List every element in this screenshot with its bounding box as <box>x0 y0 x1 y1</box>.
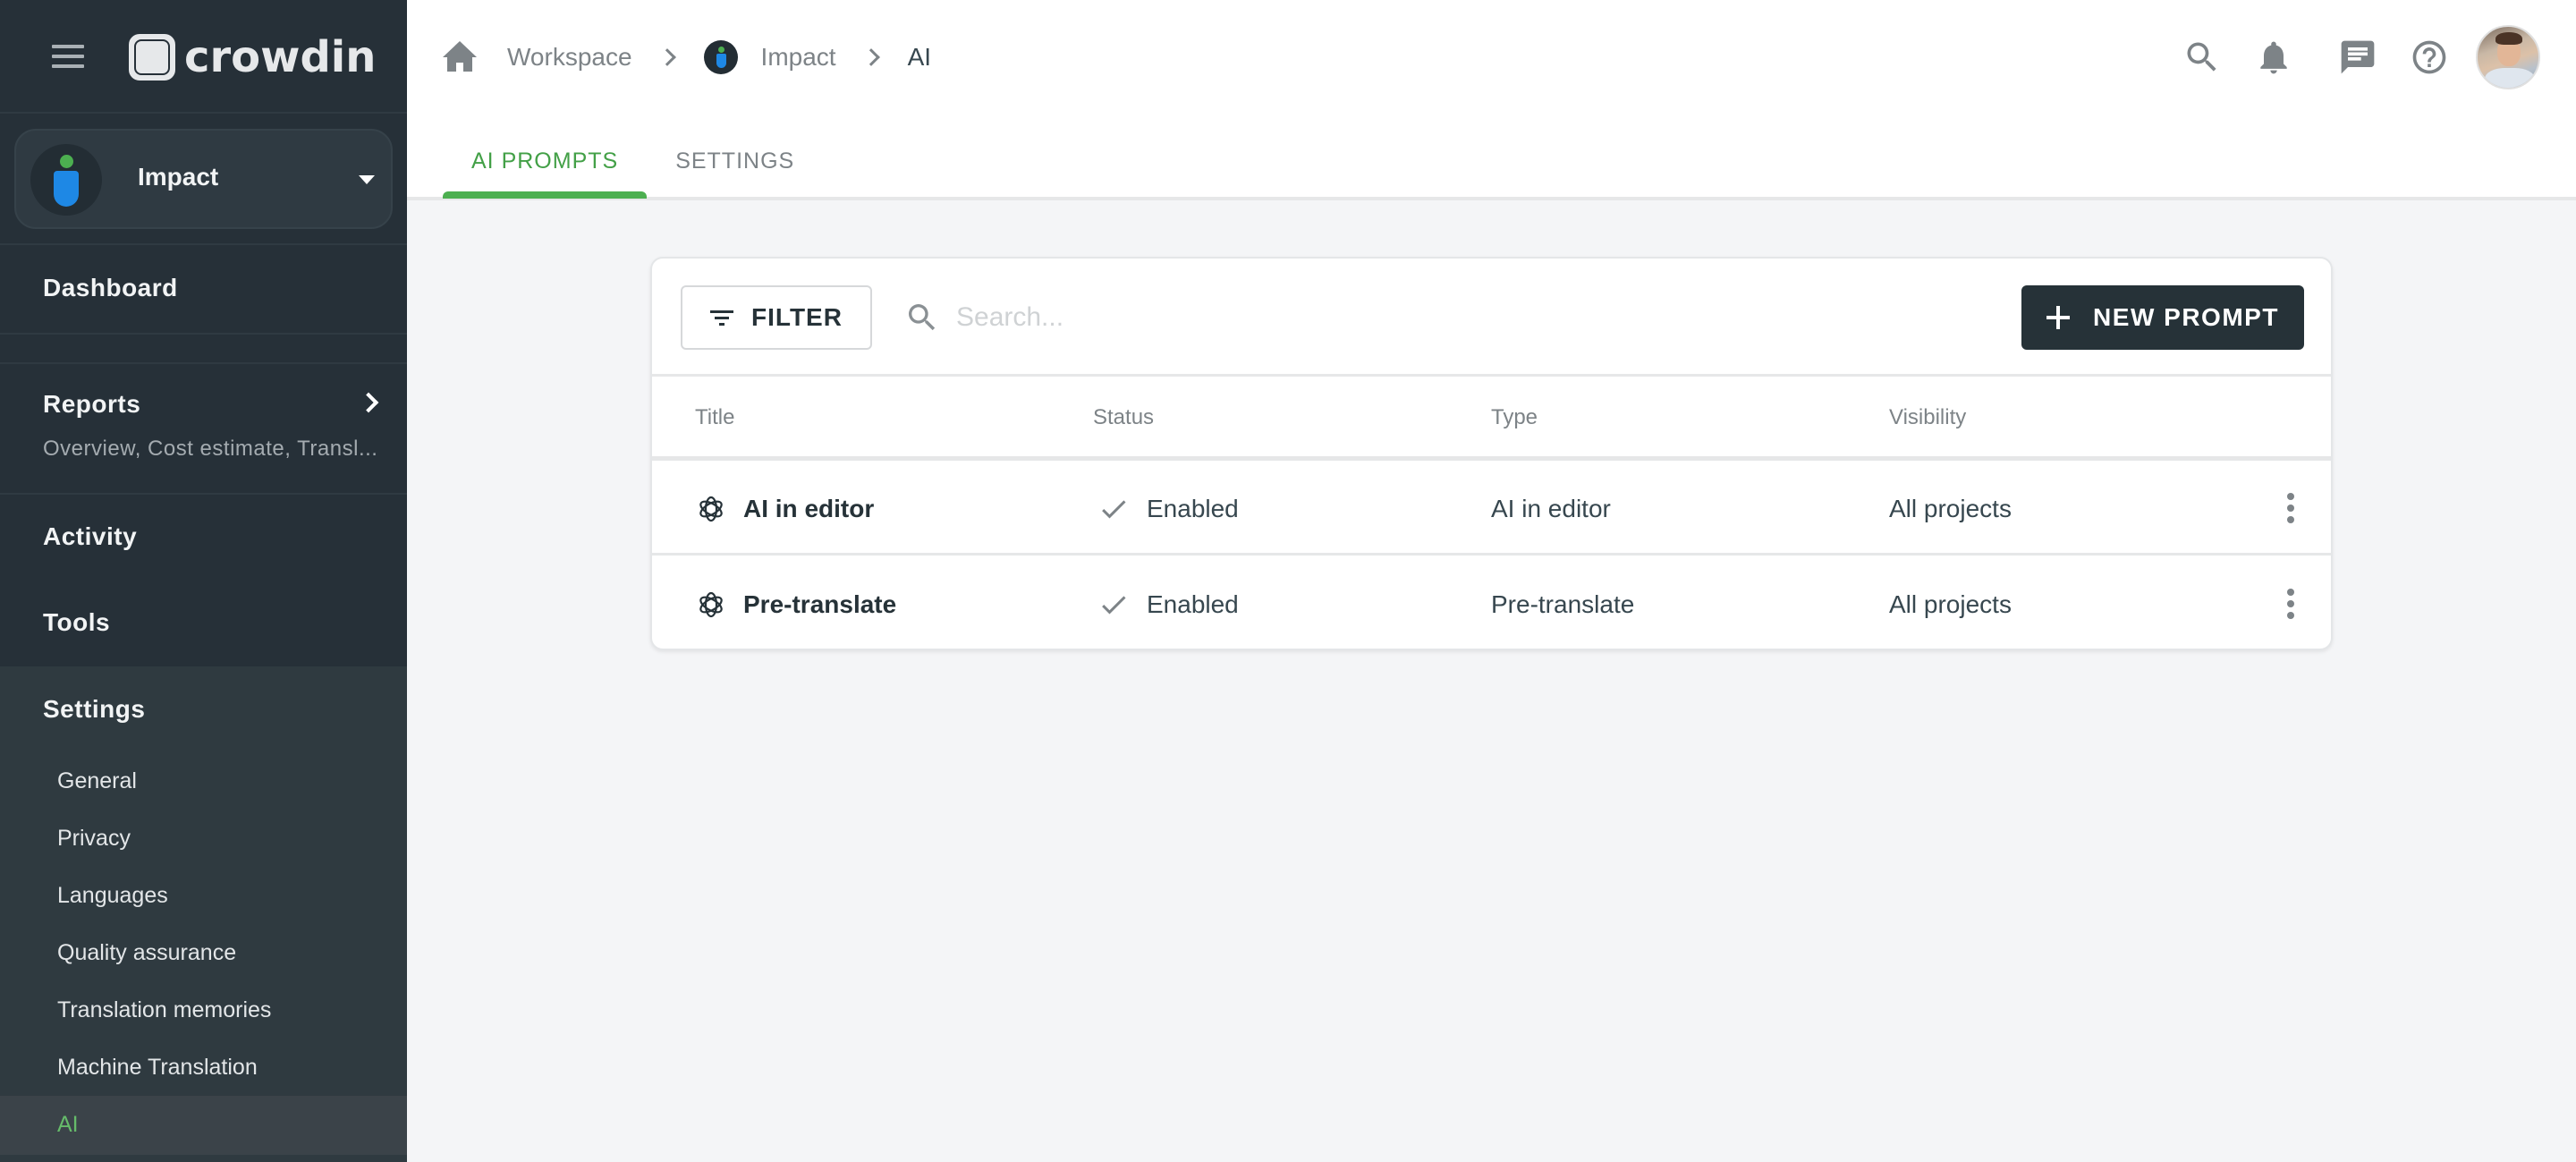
settings-item-ai[interactable]: AI <box>57 1112 79 1138</box>
check-icon <box>1097 589 1130 621</box>
settings-item-privacy[interactable]: Privacy <box>57 826 131 852</box>
breadcrumb-current: AI <box>907 43 932 71</box>
chat-icon[interactable] <box>2338 38 2377 77</box>
divider <box>0 493 407 495</box>
crowdin-logo-icon <box>129 34 175 81</box>
settings-item-translation-memories[interactable]: Translation memories <box>57 997 271 1023</box>
filter-label: FILTER <box>751 303 843 331</box>
sidebar-item-dashboard[interactable]: Dashboard <box>43 274 178 302</box>
chevron-right-icon[interactable] <box>358 392 379 413</box>
divider <box>0 362 407 364</box>
settings-section: Settings General Privacy Languages Quali… <box>0 666 407 1162</box>
project-icon <box>703 40 738 74</box>
sidebar-item-settings[interactable]: Settings <box>43 695 145 724</box>
home-icon[interactable] <box>443 41 477 73</box>
caret-down-icon <box>359 175 375 184</box>
project-name: Impact <box>138 163 219 191</box>
bell-icon[interactable] <box>2254 38 2293 77</box>
tab-ai-prompts[interactable]: AI PROMPTS <box>443 125 648 199</box>
reports-subtitle: Overview, Cost estimate, Transl... <box>43 437 378 461</box>
check-icon <box>1097 493 1130 525</box>
prompt-title[interactable]: AI in editor <box>743 495 874 523</box>
logo-text: crowdin <box>184 32 377 82</box>
table-row[interactable]: Pre-translate Enabled Pre-translate All … <box>652 556 2331 651</box>
chevron-right-icon <box>861 48 880 66</box>
sidebar-item-activity[interactable]: Activity <box>43 522 137 551</box>
filter-icon <box>710 309 734 327</box>
prompt-type: AI in editor <box>1491 495 1611 522</box>
project-icon <box>30 144 102 216</box>
more-vert-icon[interactable] <box>2285 589 2296 621</box>
prompt-status: Enabled <box>1147 590 1239 618</box>
breadcrumb-workspace[interactable]: Workspace <box>507 43 632 72</box>
table-row[interactable]: AI in editor Enabled AI in editor All pr… <box>652 461 2331 556</box>
header-actions <box>2150 20 2540 95</box>
column-header-type[interactable]: Type <box>1491 405 1538 430</box>
column-header-visibility[interactable]: Visibility <box>1889 405 1966 430</box>
settings-item-general[interactable]: General <box>57 768 137 794</box>
prompt-title[interactable]: Pre-translate <box>743 590 896 619</box>
breadcrumb-project[interactable]: Impact <box>761 43 836 72</box>
openai-icon <box>695 589 727 621</box>
breadcrumb: Workspace Impact AI <box>443 38 931 77</box>
tabs: AI PROMPTS SETTINGS <box>443 125 823 200</box>
prompt-type: Pre-translate <box>1491 590 1635 618</box>
prompt-status: Enabled <box>1147 495 1239 522</box>
project-selector[interactable]: Impact <box>14 129 393 229</box>
sidebar: crowdin Impact Dashboard Reports Overvie… <box>0 0 407 1162</box>
menu-icon[interactable] <box>52 45 84 70</box>
divider <box>0 333 407 335</box>
toolbar: FILTER NEW PROMPT <box>652 259 2331 377</box>
new-prompt-label: NEW PROMPT <box>2093 303 2279 331</box>
openai-icon <box>695 493 727 525</box>
settings-item-machine-translation[interactable]: Machine Translation <box>57 1055 258 1081</box>
search-input[interactable] <box>956 291 1940 344</box>
more-vert-icon[interactable] <box>2285 493 2296 525</box>
sidebar-header: crowdin <box>0 0 407 114</box>
column-header-title[interactable]: Title <box>695 405 734 430</box>
help-icon[interactable] <box>2410 38 2449 77</box>
divider <box>0 243 407 245</box>
sidebar-item-tools[interactable]: Tools <box>43 608 110 637</box>
table-header: Title Status Type Visibility <box>652 377 2331 461</box>
prompt-visibility: All projects <box>1889 590 2012 618</box>
search-icon <box>904 300 940 335</box>
search-icon[interactable] <box>2182 38 2222 77</box>
filter-button[interactable]: FILTER <box>681 285 872 350</box>
tab-settings[interactable]: SETTINGS <box>647 125 823 197</box>
header: Workspace Impact AI AI PROMPTS SETTINGS <box>407 0 2576 200</box>
chevron-right-icon <box>657 48 676 66</box>
settings-item-quality-assurance[interactable]: Quality assurance <box>57 940 236 966</box>
avatar[interactable] <box>2476 25 2540 89</box>
new-prompt-button[interactable]: NEW PROMPT <box>2021 285 2304 350</box>
sidebar-item-reports[interactable]: Reports <box>43 390 140 419</box>
prompt-visibility: All projects <box>1889 495 2012 522</box>
crowdin-logo[interactable]: crowdin <box>129 32 376 82</box>
settings-item-languages[interactable]: Languages <box>57 883 168 909</box>
column-header-status[interactable]: Status <box>1093 405 1154 430</box>
plus-icon <box>2046 306 2071 329</box>
prompts-card: FILTER NEW PROMPT Title Status Type Visi… <box>650 257 2333 650</box>
